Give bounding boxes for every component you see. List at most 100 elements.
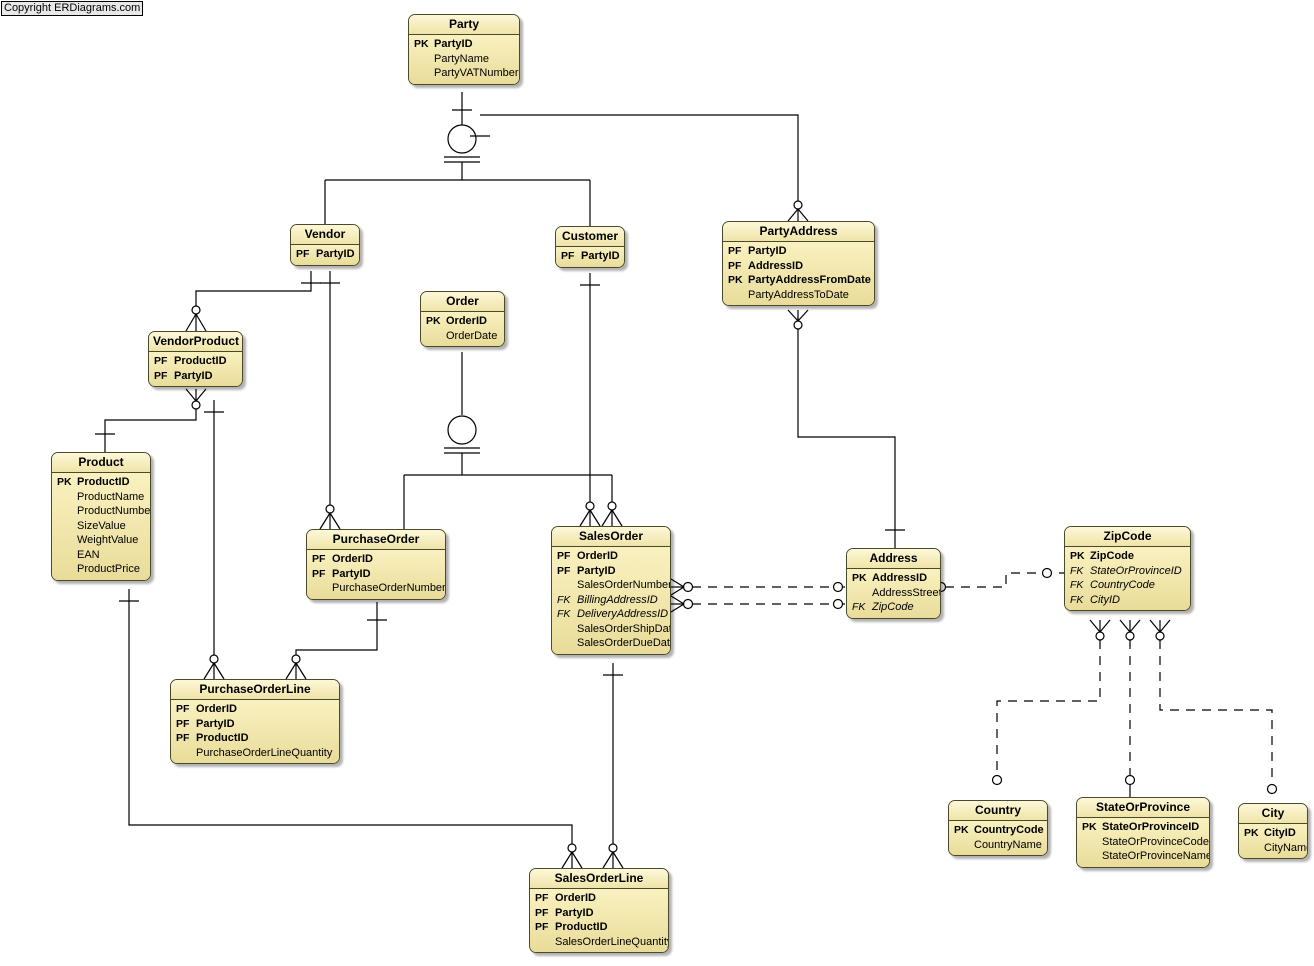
entity-title-vendorproduct: VendorProduct [149,332,242,352]
entity-title-address: Address [847,549,940,569]
attribute-key-marker: PK [1082,821,1097,833]
attribute-row: PF PartyID [296,247,355,262]
connector-customer-salesorder [579,273,601,527]
connector-party-partyaddress [470,114,809,222]
entity-vendorproduct[interactable]: VendorProduct PF ProductID PF PartyID [148,331,243,387]
connector-product-vendorproduct [95,388,207,452]
attribute-row: PF ProductID [154,354,237,369]
connector-vendorproduct-purchaseorderline [203,400,225,680]
entity-vendor[interactable]: Vendor PF PartyID [290,224,360,266]
connector-zipcode-city [1149,619,1278,795]
attribute-name: ProductNumber [77,505,151,517]
attribute-row: EAN [57,548,145,563]
entity-title-country: Country [949,801,1047,821]
attribute-key-marker: PF [154,355,168,367]
entity-salesorderline[interactable]: SalesOrderLine PF OrderID PF PartyID PF Produc… [529,868,669,953]
entity-title-order: Order [421,292,504,312]
entity-product[interactable]: Product PK ProductID ProductName ProductNumb… [51,452,151,581]
attribute-name: ProductID [77,476,130,488]
entity-attributes-purchaseorder: PF OrderID PF PartyID PurchaseOrderNumber [307,550,445,599]
attribute-row: PF OrderID [535,891,663,906]
entity-title-product: Product [52,453,150,473]
entity-purchaseorder[interactable]: PurchaseOrder PF OrderID PF PartyID PurchaseO… [306,529,446,600]
attribute-row: FK ZipCode [852,600,935,615]
entity-partyaddress[interactable]: PartyAddress PF PartyID PF AddressID PK PartyA… [722,221,875,306]
connector-zipcode-stateorprovince [1119,619,1141,797]
entity-attributes-order: PK OrderID OrderDate [421,312,504,346]
entity-title-purchaseorderline: PurchaseOrderLine [171,680,339,700]
attribute-row: PK PartyID [414,37,514,52]
attribute-key-marker: FK [557,593,571,606]
entity-address[interactable]: Address PK AddressID AddressStreet FK ZipCode [846,548,941,619]
entity-customer[interactable]: Customer PF PartyID [555,226,625,268]
attribute-row: SalesOrderLineQuantity [535,935,668,950]
entity-attributes-city: PK CityID CityName [1239,824,1307,858]
attribute-name: BillingAddressID [577,593,658,606]
entity-attributes-zipcode: PK ZipCode FK StateOrProvinceID FK CountryCod… [1065,547,1190,610]
attribute-row: FK CountryCode [1070,578,1185,593]
entity-order[interactable]: Order PK OrderID OrderDate [420,291,505,347]
attribute-row: PF PartyID [557,564,665,579]
attribute-name: CountryCode [1090,579,1155,591]
connector-zipcode-address [923,567,1064,596]
attribute-row: PF OrderID [557,549,665,564]
entity-attributes-salesorder: PF OrderID PF PartyID SalesOrderNumber FK Bill… [552,547,670,654]
attribute-name: EAN [77,548,100,561]
attribute-row: PartyName [414,52,514,67]
attribute-key-marker: PF [176,732,190,744]
attribute-name: WeightValue [77,534,139,546]
attribute-row: PK ZipCode [1070,549,1185,564]
entity-party[interactable]: Party PK PartyID PartyName PartyVATNumber [408,14,520,85]
entity-purchaseorderline[interactable]: PurchaseOrderLine PF OrderID PF PartyID PF Pro… [170,679,340,764]
attribute-key-marker: PF [557,550,571,562]
entity-city[interactable]: City PK CityID CityName [1238,803,1308,859]
attribute-key-marker: PF [176,717,190,730]
connector-party-subtype [324,92,591,226]
attribute-key-marker: PF [728,245,742,257]
attribute-key-marker: PK [426,315,441,327]
attribute-row: FK BillingAddressID [557,593,665,608]
attribute-key-marker: FK [1070,593,1084,606]
attribute-row: PF PartyID [561,249,620,264]
attribute-name: PartyID [332,567,371,580]
attribute-name: PartyName [434,52,490,65]
attribute-key-marker: PF [296,248,310,260]
attribute-name: OrderDate [446,329,498,342]
entity-zipcode[interactable]: ZipCode PK ZipCode FK StateOrProvinceID FK Cou… [1064,526,1191,611]
entity-title-partyaddress: PartyAddress [723,222,874,242]
attribute-row: PF PartyID [312,567,440,582]
attribute-key-marker: PK [728,274,743,286]
attribute-name: SalesOrderDueDate [577,637,671,649]
attribute-name: ProductPrice [77,563,140,575]
attribute-name: CityID [1264,827,1296,839]
attribute-name: CountryCode [974,824,1044,836]
attribute-row: FK StateOrProvinceID [1070,564,1185,579]
entity-country[interactable]: Country PK CountryCode CountryName [948,800,1048,856]
connector-order-subtype [403,352,623,529]
attribute-key-marker: PF [728,259,742,272]
attribute-name: PartyID [748,245,787,257]
connector-vendor-vendorproduct [185,271,321,332]
attribute-row: PF PartyID [728,244,869,259]
attribute-name: SizeValue [77,519,126,532]
entity-stateorprovince[interactable]: StateOrProvince PK StateOrProvinceID StateO… [1076,797,1210,868]
attribute-name: AddressID [748,259,804,272]
attribute-key-marker: PK [57,476,72,488]
attribute-row: SalesOrderShipDate [557,622,670,637]
attribute-name: StateOrProvinceID [1090,564,1182,577]
attribute-row: SizeValue [57,519,145,534]
attribute-name: CityName [1264,841,1308,854]
attribute-name: AddressStreet [872,586,941,599]
connector-partyaddress-address [787,309,905,548]
attribute-key-marker: PF [176,703,190,715]
attribute-name: ProductID [555,921,608,933]
attribute-row: PK CountryCode [954,823,1044,838]
attribute-key-marker: PF [557,564,571,577]
entity-attributes-vendorproduct: PF ProductID PF PartyID [149,352,242,386]
entity-attributes-customer: PF PartyID [556,247,624,267]
attribute-name: PartyID [581,250,620,262]
entity-title-customer: Customer [556,227,624,247]
attribute-name: StateOrProvinceCode [1102,835,1209,848]
attribute-name: PurchaseOrderNumber [332,582,446,594]
entity-salesorder[interactable]: SalesOrder PF OrderID PF PartyID SalesOrderNu… [551,526,671,655]
